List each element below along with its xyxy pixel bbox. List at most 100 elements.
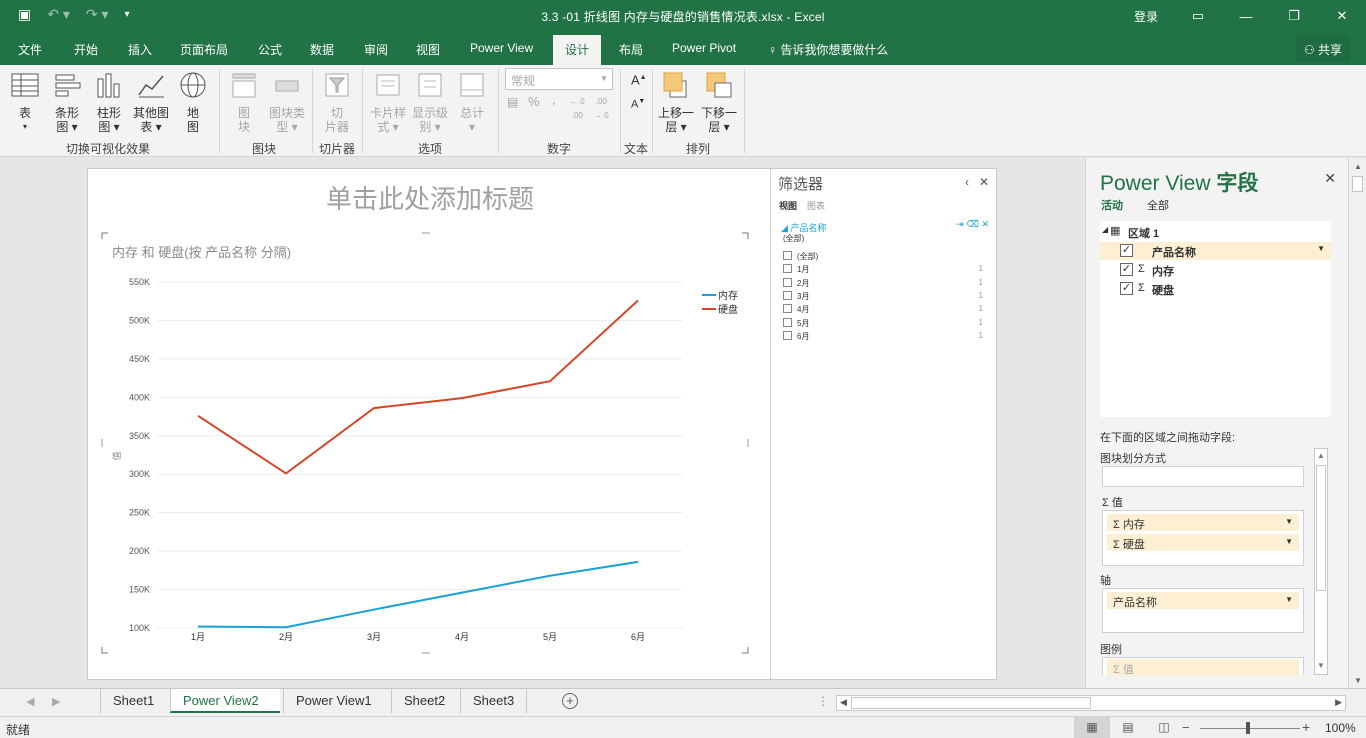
selection-corner-handle[interactable] (101, 232, 108, 239)
field-row[interactable]: ✓ 产品名称 ▼ (1100, 242, 1331, 260)
series-line[interactable] (197, 560, 639, 629)
close-pane-icon[interactable]: ✕ (1324, 170, 1336, 187)
filter-checkbox[interactable] (783, 251, 792, 260)
tab-insert[interactable]: 插入 (128, 41, 152, 58)
tab-view[interactable]: 视图 (416, 41, 440, 58)
delete-filter-icon[interactable]: ✕ (981, 219, 989, 229)
restore-icon[interactable]: ❐ (1270, 8, 1318, 24)
axis-zone[interactable]: 产品名称 ▼ (1102, 588, 1304, 633)
vertical-scrollbar[interactable]: ▲ ▼ (1348, 158, 1366, 688)
increase-decimal-icon[interactable]: ←.0.00 (570, 95, 585, 123)
filter-item[interactable]: 6月 1 (783, 330, 983, 342)
power-view-canvas[interactable]: 单击此处添加标题 内存 和 硬盘(按 产品名称 分隔) 550K 500K 450K 4… (87, 168, 997, 680)
advanced-filter-icon[interactable]: ⇥ (956, 219, 964, 229)
fields-tab-active[interactable]: 活动 (1101, 197, 1123, 213)
field-checkbox[interactable]: ✓ (1120, 244, 1133, 257)
table-node[interactable]: ◢ ▦ 区域 1 (1100, 223, 1331, 241)
tab-power-pivot[interactable]: Power Pivot (672, 41, 736, 55)
values-zone[interactable]: Σ 内存 ▼ Σ 硬盘 ▼ (1102, 510, 1304, 566)
filter-item[interactable]: 4月 1 (783, 303, 983, 315)
selection-corner-handle[interactable] (101, 647, 108, 654)
fields-tab-all[interactable]: 全部 (1147, 197, 1169, 213)
legend-zone[interactable]: Σ 值 (1102, 657, 1304, 676)
tab-formulas[interactable]: 公式 (258, 41, 282, 58)
scroll-left-icon[interactable]: ◀ (840, 697, 847, 708)
chevron-down-icon[interactable]: ▼ (1317, 244, 1325, 253)
zoom-slider-knob[interactable] (1246, 722, 1250, 734)
filter-checkbox[interactable] (783, 277, 792, 287)
filters-tab-chart[interactable]: 图表 (807, 199, 825, 212)
legend-item[interactable]: Σ 值 (1107, 659, 1299, 676)
slicer-button[interactable]: 切 片器 (320, 71, 354, 134)
zones-scrollbar[interactable]: ▲ ▼ (1314, 448, 1328, 675)
filter-item[interactable]: 5月 1 (783, 317, 983, 329)
series-line[interactable] (197, 299, 639, 475)
tab-power-view[interactable]: Power View (470, 41, 533, 55)
selection-corner-handle[interactable] (742, 647, 749, 654)
filter-checkbox[interactable] (783, 330, 792, 340)
map-button[interactable]: 地 图 (176, 71, 210, 134)
chevron-down-icon[interactable]: ▼ (1285, 517, 1293, 526)
zoom-out-icon[interactable]: − (1182, 720, 1190, 735)
filter-checkbox[interactable] (783, 304, 792, 314)
card-style-button[interactable]: 卡片样 式 ▾ (368, 71, 408, 134)
vertical-scrollbar-thumb[interactable] (1352, 176, 1363, 192)
close-filters-icon[interactable]: ✕ (979, 175, 989, 189)
close-window-icon[interactable]: ✕ (1318, 8, 1366, 24)
next-sheet-icon[interactable]: ▶ (52, 695, 60, 708)
collapse-filters-icon[interactable]: ‹ (965, 175, 969, 189)
login-button[interactable]: 登录 (1118, 8, 1174, 25)
percent-button[interactable]: % (528, 95, 540, 109)
horizontal-scrollbar-thumb[interactable] (851, 697, 1091, 709)
other-chart-button[interactable]: 其他图 表 ▾ (130, 71, 172, 134)
filter-item[interactable]: (全部) (783, 250, 983, 262)
tab-layout[interactable]: 布局 (619, 41, 643, 58)
sheet-tab[interactable]: Sheet1 (100, 689, 166, 713)
value-item[interactable]: Σ 内存 ▼ (1107, 514, 1299, 531)
share-button[interactable]: ⚇ 共享 (1295, 36, 1350, 62)
filter-checkbox[interactable] (783, 290, 792, 300)
zones-scrollbar-thumb[interactable] (1316, 465, 1326, 591)
field-row[interactable]: ✓ Σ 内存 (1100, 261, 1331, 279)
send-backward-button[interactable]: 下移一 层 ▾ (698, 71, 740, 134)
scroll-up-icon[interactable]: ▲ (1317, 451, 1325, 460)
axis-item[interactable]: 产品名称 ▼ (1107, 592, 1299, 609)
tiles-button[interactable]: 图 块 (228, 71, 260, 134)
column-chart-button[interactable]: 柱形 图 ▾ (92, 71, 126, 134)
tab-file[interactable]: 文件 (18, 41, 42, 58)
zoom-in-icon[interactable]: + (1302, 719, 1310, 735)
page-layout-view-icon[interactable]: ▤ (1110, 717, 1146, 738)
filter-item[interactable]: 1月 1 (783, 263, 983, 275)
bring-forward-button[interactable]: 上移一 层 ▾ (656, 71, 696, 134)
scroll-down-icon[interactable]: ▼ (1354, 676, 1362, 685)
page-break-view-icon[interactable]: ◫ (1146, 717, 1182, 738)
sheet-tab[interactable]: Sheet2 (391, 689, 457, 713)
clear-filter-icon[interactable]: ⌫ (966, 219, 979, 229)
minimize-icon[interactable]: — (1222, 9, 1270, 24)
field-row[interactable]: ✓ Σ 硬盘 (1100, 280, 1331, 298)
field-checkbox[interactable]: ✓ (1120, 282, 1133, 295)
zoom-slider[interactable] (1200, 728, 1300, 729)
tab-data[interactable]: 数据 (310, 41, 334, 58)
sheet-tab[interactable]: Power View1 (283, 689, 384, 713)
prev-sheet-icon[interactable]: ◀ (26, 695, 34, 708)
bar-chart-button[interactable]: 条形 图 ▾ (50, 71, 84, 134)
add-sheet-icon[interactable]: + (562, 693, 578, 709)
decrease-font-icon[interactable]: A▼ (631, 95, 645, 112)
table-button[interactable]: 表 ▾ (8, 71, 42, 134)
scroll-right-icon[interactable]: ▶ (1335, 697, 1342, 708)
value-item[interactable]: Σ 硬盘 ▼ (1107, 534, 1299, 551)
decrease-decimal-icon[interactable]: .00 →.0 (594, 95, 609, 123)
chevron-down-icon[interactable]: ▼ (1285, 537, 1293, 546)
filter-item[interactable]: 2月 1 (783, 277, 983, 289)
line-chart[interactable]: 内存 和 硬盘(按 产品名称 分隔) 550K 500K 450K 400K 350K 30… (88, 169, 772, 679)
sheet-tab[interactable]: Sheet3 (460, 689, 528, 713)
normal-view-icon[interactable]: ▦ (1074, 717, 1110, 738)
ribbon-display-options-icon[interactable]: ▭ (1174, 8, 1222, 24)
show-levels-button[interactable]: 显示级 别 ▾ (410, 71, 450, 134)
filter-item[interactable]: 3月 1 (783, 290, 983, 302)
tab-design[interactable]: 设计 (553, 35, 602, 65)
filter-checkbox[interactable] (783, 264, 792, 274)
number-format-select[interactable]: 常规 ▼ (505, 68, 613, 90)
tab-review[interactable]: 审阅 (364, 41, 388, 58)
